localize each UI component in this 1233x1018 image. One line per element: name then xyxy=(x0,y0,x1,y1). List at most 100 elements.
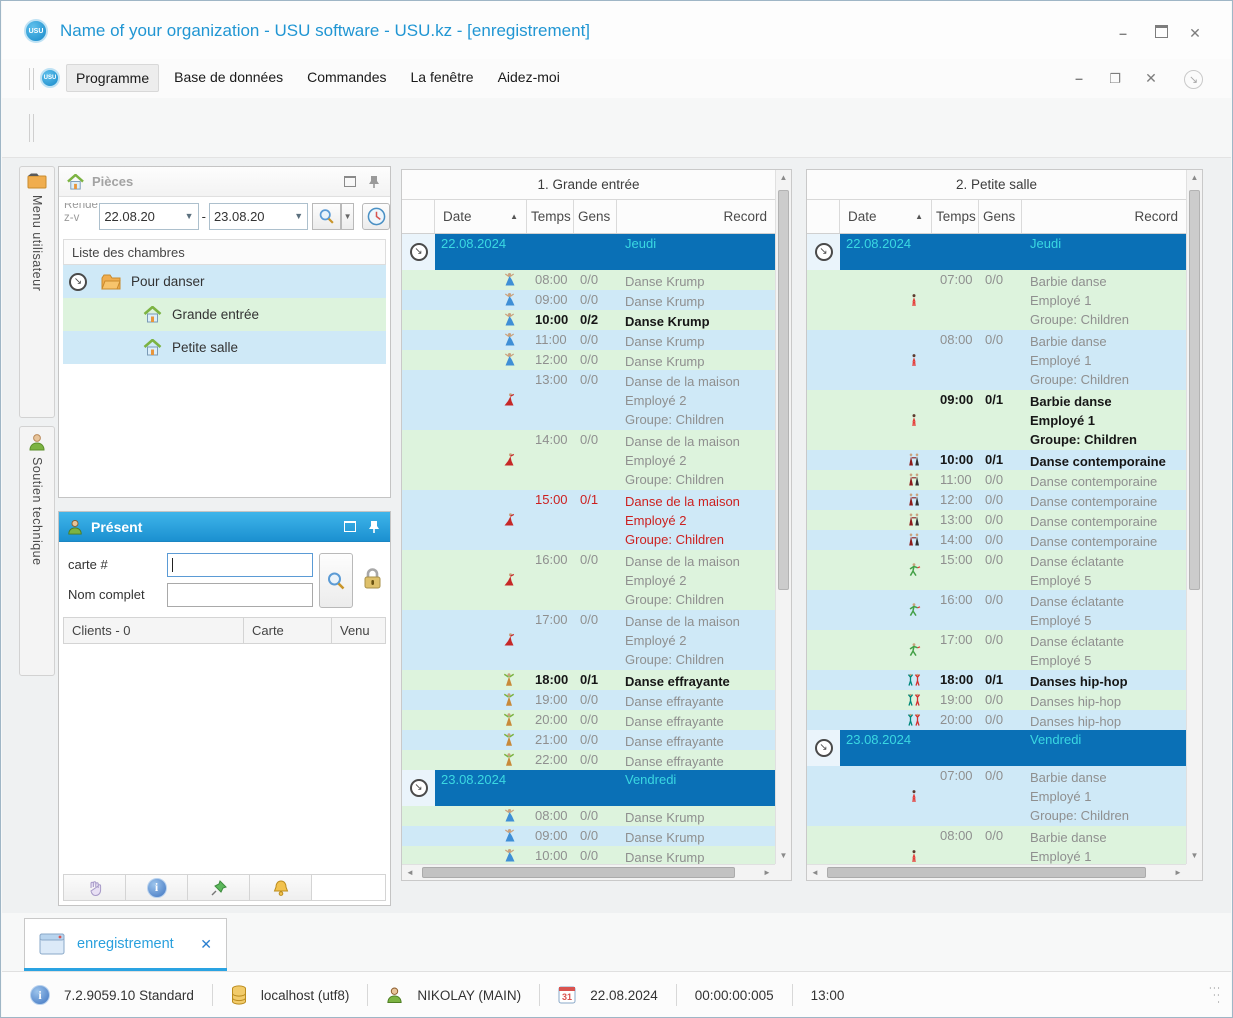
toolbar-grip[interactable] xyxy=(29,114,34,142)
hand-button[interactable] xyxy=(64,875,126,900)
schedule-slot-row[interactable]: 09:00 0/1 Barbie danse Employé 1 Groupe: Chi… xyxy=(807,390,1186,450)
pin-icon[interactable] xyxy=(366,175,382,189)
schedule-slot-row[interactable]: 08:00 0/0 Danse Krump xyxy=(402,270,775,290)
column-date[interactable]: Date ▲ xyxy=(435,200,527,233)
column-temps[interactable]: Temps xyxy=(527,200,574,233)
schedule-slot-row[interactable]: 10:00 0/1 Danse contemporaine xyxy=(807,450,1186,470)
column-carte[interactable]: Carte xyxy=(244,618,332,643)
tab-enregistrement[interactable]: enregistrement ✕ xyxy=(24,918,227,971)
schedule-slot-row[interactable]: 08:000/0Barbie danseEmployé 1Groupe: Chi… xyxy=(807,330,1186,390)
schedule-slot-row[interactable]: 15:00 0/0 Danse éclatante Employé 5 xyxy=(807,550,1186,590)
menu-programme[interactable]: Programme xyxy=(66,64,160,92)
tree-node-grande-entree[interactable]: Grande entrée xyxy=(63,298,386,331)
mdi-minimize-button[interactable] xyxy=(1067,70,1091,88)
schedule-slot-row[interactable]: 16:00 0/0 Danse de la maison Employé 2 Group… xyxy=(402,550,775,610)
schedule-slot-row[interactable]: 17:00 0/0 Danse de la maison Employé 2 Group… xyxy=(402,610,775,670)
toolbar-grip[interactable] xyxy=(29,68,34,90)
date-group-row[interactable]: ↘ 23.08.2024 Vendredi xyxy=(402,770,775,806)
scroll-left-icon[interactable]: ◄ xyxy=(807,865,823,880)
collapse-icon[interactable]: ↘ xyxy=(814,739,833,757)
search-dropdown-caret[interactable]: ▼ xyxy=(340,202,355,230)
date-group-row[interactable]: ↘ 22.08.2024 Jeudi xyxy=(807,234,1186,270)
menu-base-de-donnees[interactable]: Base de données xyxy=(165,64,292,92)
tree-node-pour-danser[interactable]: ↘ Pour danser xyxy=(63,265,386,298)
schedule-slot-row[interactable]: 17:00 0/0 Danse éclatante Employé 5 xyxy=(807,630,1186,670)
schedule-slot-row[interactable]: 13:00 0/0 Danse de la maison Employé 2 Group… xyxy=(402,370,775,430)
lock-icon[interactable] xyxy=(362,567,383,591)
schedule-slot-row[interactable]: 19:00 0/0 Danses hip-hop xyxy=(807,690,1186,710)
tab-close-icon[interactable]: ✕ xyxy=(200,936,212,953)
date-group-row[interactable]: ↘ 23.08.2024 Vendredi xyxy=(807,730,1186,766)
scroll-up-icon[interactable]: ▲ xyxy=(776,170,791,186)
column-gens[interactable]: Gens xyxy=(979,200,1022,233)
maximize-button[interactable] xyxy=(1149,25,1173,43)
schedule-slot-row[interactable]: 14:00 0/0 Danse contemporaine xyxy=(807,530,1186,550)
schedule-slot-row[interactable]: 16:00 0/0 Danse éclatante Employé 5 xyxy=(807,590,1186,630)
scroll-right-icon[interactable]: ► xyxy=(759,865,775,880)
scroll-down-icon[interactable]: ▼ xyxy=(776,848,791,864)
column-gens[interactable]: Gens xyxy=(574,200,617,233)
schedule-slot-row[interactable]: 18:00 0/1 Danses hip-hop xyxy=(807,670,1186,690)
room-search-button[interactable] xyxy=(312,202,341,230)
panel-float-button[interactable] xyxy=(342,520,358,534)
tree-node-petite-salle[interactable]: Petite salle xyxy=(63,331,386,364)
card-number-input[interactable] xyxy=(167,553,313,577)
column-clients[interactable]: Clients - 0 xyxy=(64,618,244,643)
column-temps[interactable]: Temps xyxy=(932,200,979,233)
collapse-icon[interactable]: ↘ xyxy=(409,243,428,261)
vertical-scrollbar[interactable]: ▲ ▼ xyxy=(1186,170,1202,864)
bell-button[interactable] xyxy=(250,875,312,900)
vertical-scrollbar[interactable]: ▲ ▼ xyxy=(775,170,791,864)
date-from-select[interactable]: 22.08.20 ▼ xyxy=(99,202,199,230)
scrollbar-thumb[interactable] xyxy=(422,867,735,878)
minimize-button[interactable] xyxy=(1111,25,1135,43)
schedule-slot-row[interactable]: 21:00 0/0 Danse effrayante xyxy=(402,730,775,750)
full-name-input[interactable] xyxy=(167,583,313,607)
schedule-slot-row[interactable]: 10:00 0/0 Danse Krump xyxy=(402,846,775,864)
scroll-down-icon[interactable]: ▼ xyxy=(1187,848,1202,864)
schedule-slot-row[interactable]: 08:00 0/0 Danse Krump xyxy=(402,806,775,826)
schedule-slot-row[interactable]: 08:000/0Barbie danseEmployé 1Groupe: Chi… xyxy=(807,826,1186,864)
date-to-select[interactable]: 23.08.20 ▼ xyxy=(208,202,309,230)
scroll-right-icon[interactable]: ► xyxy=(1170,865,1186,880)
collapse-icon[interactable]: ↘ xyxy=(814,243,833,261)
pin-button[interactable] xyxy=(188,875,250,900)
schedule-slot-row[interactable]: 15:00 0/1 Danse de la maison Employé 2 Group… xyxy=(402,490,775,550)
menu-commandes[interactable]: Commandes xyxy=(298,64,395,92)
schedule-slot-row[interactable]: 09:00 0/0 Danse Krump xyxy=(402,826,775,846)
resize-grip[interactable]: ∙∙∙ ∙∙ ∙ xyxy=(1209,982,1221,1007)
client-search-button[interactable] xyxy=(319,553,353,608)
status-info-icon[interactable]: i xyxy=(30,985,50,1005)
schedule-slot-row[interactable]: 13:00 0/0 Danse contemporaine xyxy=(807,510,1186,530)
panel-float-button[interactable] xyxy=(342,175,358,189)
schedule-slot-row[interactable]: 11:00 0/0 Danse contemporaine xyxy=(807,470,1186,490)
schedule-slot-row[interactable]: 22:00 0/0 Danse effrayante xyxy=(402,750,775,770)
schedule-slot-row[interactable]: 12:00 0/0 Danse contemporaine xyxy=(807,490,1186,510)
schedule-slot-row[interactable]: 12:00 0/0 Danse Krump xyxy=(402,350,775,370)
sidebar-tab-menu-utilisateur[interactable]: Menu utilisateur xyxy=(19,166,55,418)
scrollbar-thumb[interactable] xyxy=(827,867,1146,878)
column-venu[interactable]: Venu xyxy=(332,618,385,643)
schedule-slot-row[interactable]: 20:00 0/0 Danse effrayante xyxy=(402,710,775,730)
info-button[interactable]: i xyxy=(126,875,188,900)
scroll-left-icon[interactable]: ◄ xyxy=(402,865,418,880)
menu-la-fenetre[interactable]: La fenêtre xyxy=(402,64,483,92)
schedule-slot-row[interactable]: 09:00 0/0 Danse Krump xyxy=(402,290,775,310)
column-record[interactable]: Record xyxy=(617,200,775,233)
mdi-close-button[interactable] xyxy=(1139,70,1163,88)
pin-icon[interactable] xyxy=(366,520,382,534)
column-record[interactable]: Record xyxy=(1022,200,1186,233)
menu-aidez-moi[interactable]: Aidez-moi xyxy=(489,64,569,92)
horizontal-scrollbar[interactable]: ◄ ► xyxy=(402,864,775,880)
schedule-slot-row[interactable]: 14:00 0/0 Danse de la maison Employé 2 Group… xyxy=(402,430,775,490)
collapse-icon[interactable]: ↘ xyxy=(409,779,428,797)
column-date[interactable]: Date ▲ xyxy=(840,200,932,233)
schedule-slot-row[interactable]: 20:00 0/0 Danses hip-hop xyxy=(807,710,1186,730)
schedule-slot-row[interactable]: 07:00 0/0 Barbie danse Employé 1 Groupe: Chi… xyxy=(807,270,1186,330)
schedule-slot-row[interactable]: 10:00 0/2 Danse Krump xyxy=(402,310,775,330)
schedule-clock-button[interactable] xyxy=(362,202,390,230)
date-group-row[interactable]: ↘ 22.08.2024 Jeudi xyxy=(402,234,775,270)
collapse-icon[interactable]: ↘ xyxy=(69,272,87,291)
schedule-slot-row[interactable]: 18:00 0/1 Danse effrayante xyxy=(402,670,775,690)
menu-overflow-icon[interactable]: ↘ xyxy=(1184,70,1203,89)
